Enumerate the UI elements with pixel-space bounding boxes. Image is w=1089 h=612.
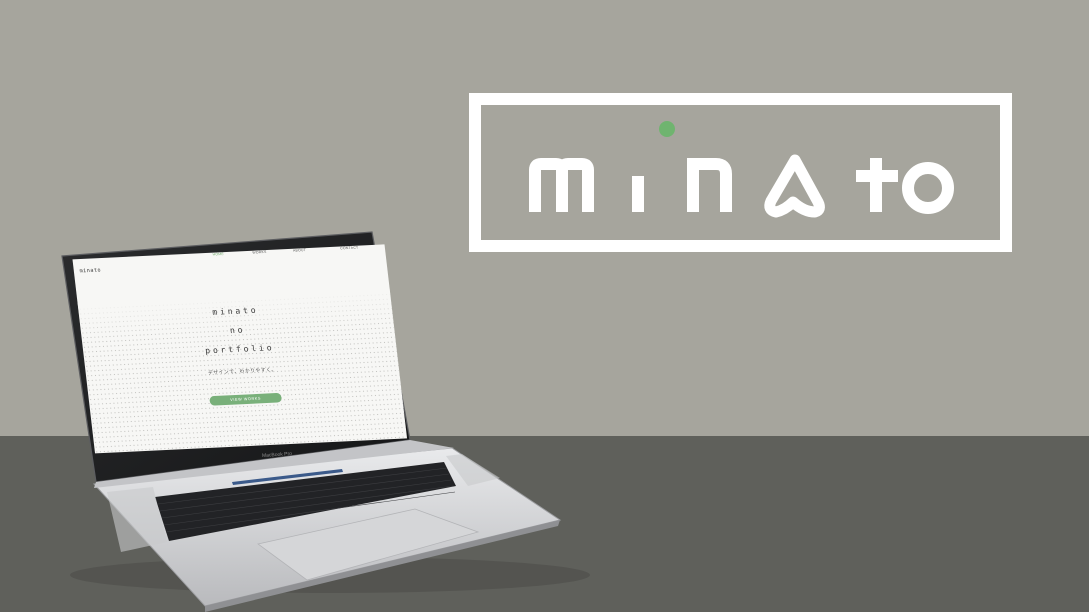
site-nav-home[interactable]: HOME <box>212 252 224 256</box>
site-nav-logo[interactable]: minato <box>79 266 101 275</box>
laptop-screen: minato HOME WORKS ABOUT CONTACT minato n… <box>72 244 408 454</box>
site-nav-about[interactable]: ABOUT <box>293 248 307 252</box>
site-nav-works[interactable]: WORKS <box>252 250 267 254</box>
site-nav-logo-text: minato <box>79 267 100 274</box>
site-nav-contact[interactable]: CONTACT <box>340 246 359 251</box>
